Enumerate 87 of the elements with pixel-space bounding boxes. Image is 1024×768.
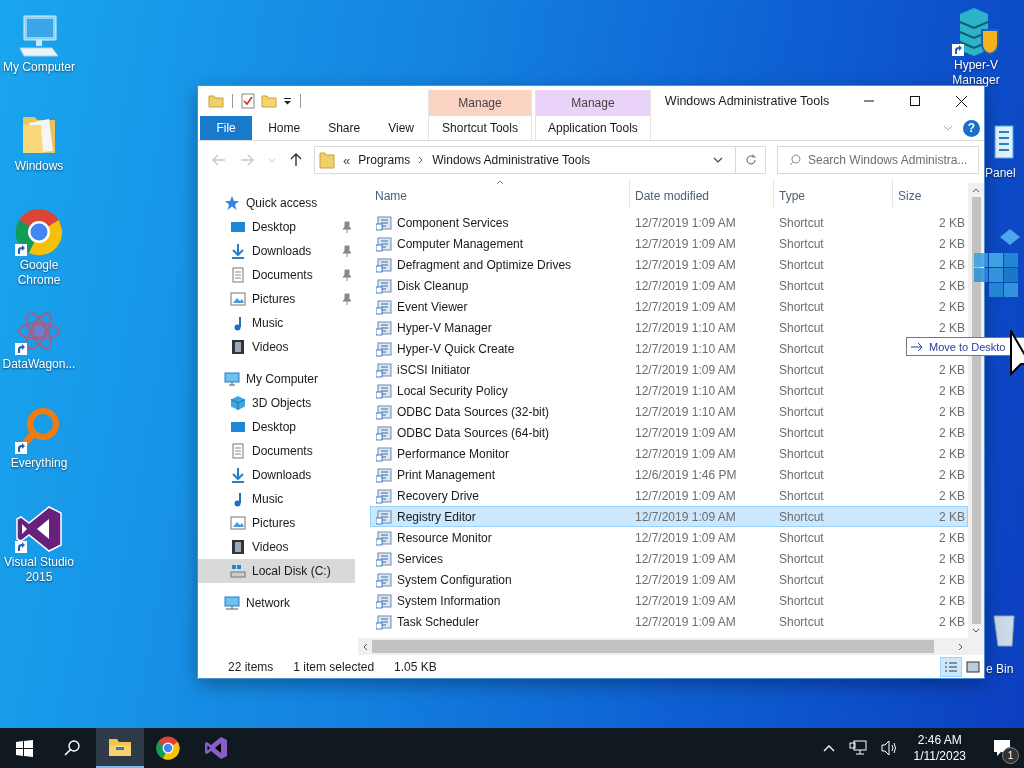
file-name: Resource Monitor (397, 530, 492, 545)
size-cell-text: 2 KB (938, 509, 966, 524)
date-cell-text: 12/7/2019 1:10 AM (634, 383, 737, 398)
date-cell-text: 12/7/2019 1:09 AM (634, 488, 737, 503)
size-cell-text: 2 KB (938, 299, 966, 314)
size-cell-text: 2 KB (938, 320, 966, 335)
file-name: System Information (397, 593, 501, 608)
type-cell-text: Shortcut (778, 341, 825, 356)
type-cell-text: Shortcut (778, 572, 825, 587)
type-cell-text: Shortcut (778, 467, 825, 482)
type-cell-text: Shortcut (778, 362, 825, 377)
file-name: Local Security Policy (397, 383, 508, 398)
size-cell-text: 2 KB (938, 530, 966, 545)
date-cell-text: 12/7/2019 1:10 AM (634, 341, 737, 356)
date-cell-text: 12/7/2019 1:09 AM (634, 509, 737, 524)
type-cell-text: Shortcut (778, 383, 825, 398)
size-cell-text: 2 KB (938, 593, 966, 608)
type-cell-text: Shortcut (778, 488, 825, 503)
size-cell-text: 2 KB (938, 551, 966, 566)
size-cell-text: 2 KB (938, 383, 966, 398)
file-name: Computer Management (397, 236, 524, 251)
size-cell-text: 2 KB (938, 404, 966, 419)
file-name: ODBC Data Sources (32-bit) (397, 404, 550, 419)
date-cell-text: 12/7/2019 1:10 AM (634, 320, 737, 335)
date-cell-text: 12/7/2019 1:09 AM (634, 299, 737, 314)
file-name: Print Management (397, 467, 496, 482)
file-name: Disk Cleanup (397, 278, 469, 293)
date-cell-text: 12/7/2019 1:09 AM (634, 215, 737, 230)
date-cell-text: 12/7/2019 1:09 AM (634, 593, 737, 608)
notification-badge: 1 (1002, 747, 1019, 764)
type-cell-text: Shortcut (778, 425, 825, 440)
type-cell-text: Shortcut (778, 530, 825, 545)
date-cell-text: 12/7/2019 1:09 AM (634, 362, 737, 377)
item-count: 22 items (228, 659, 274, 674)
file-name: iSCSI Initiator (397, 362, 471, 377)
selection-count: 1 item selected (293, 659, 375, 674)
type-cell-text: Shortcut (778, 257, 825, 272)
date-cell-text: 12/7/2019 1:09 AM (634, 425, 737, 440)
file-name: Event Viewer (397, 299, 468, 314)
file-name: ODBC Data Sources (64-bit) (397, 425, 550, 440)
file-name: Recovery Drive (397, 488, 480, 503)
date-cell-text: 12/7/2019 1:09 AM (634, 257, 737, 272)
date-cell-text: 12/7/2019 1:09 AM (634, 614, 737, 629)
drag-hint: Move to Deskto (929, 340, 1006, 353)
date-cell-text: 12/7/2019 1:09 AM (634, 530, 737, 545)
context-tab-group: Manage (536, 90, 650, 116)
date-cell-text: 12/7/2019 1:09 AM (634, 572, 737, 587)
file-name: Services (397, 551, 443, 566)
size-cell-text: 2 KB (938, 215, 966, 230)
file-name: Hyper-V Manager (397, 320, 492, 335)
type-cell-text: Shortcut (778, 551, 825, 566)
size-cell-text: 2 KB (938, 362, 966, 377)
size-cell-text: 2 KB (938, 614, 966, 629)
date-cell-text: 12/7/2019 1:09 AM (634, 236, 737, 251)
type-cell-text: Shortcut (778, 404, 825, 419)
date-cell-text: 12/7/2019 1:09 AM (634, 446, 737, 461)
type-cell-text: Shortcut (778, 299, 825, 314)
file-name: Component Services (397, 215, 509, 230)
type-cell-text: Shortcut (778, 278, 825, 293)
window-title: Windows Administrative Tools (664, 94, 831, 108)
type-cell-text: Shortcut (778, 614, 825, 629)
size-cell-text: 2 KB (938, 257, 966, 272)
type-cell-text: Shortcut (778, 446, 825, 461)
size-cell-text: 2 KB (938, 572, 966, 587)
file-name: Performance Monitor (397, 446, 510, 461)
file-name: Defragment and Optimize Drives (397, 257, 572, 272)
file-name: System Configuration (397, 572, 512, 587)
date-cell-text: 12/6/2019 1:46 PM (634, 467, 738, 482)
type-cell-text: Shortcut (778, 236, 825, 251)
date-cell-text: 12/7/2019 1:09 AM (634, 551, 737, 566)
selection-size: 1.05 KB (394, 659, 437, 674)
size-cell-text: 2 KB (938, 236, 966, 251)
size-cell-text: 2 KB (938, 488, 966, 503)
size-cell-text: 2 KB (938, 446, 966, 461)
date-cell-text: 12/7/2019 1:10 AM (634, 404, 737, 419)
size-cell-text: 2 KB (938, 467, 966, 482)
file-name: Hyper-V Quick Create (397, 341, 515, 356)
context-tab-group: Manage (429, 90, 531, 116)
file-name: Registry Editor (397, 509, 476, 524)
type-cell-text: Shortcut (778, 593, 825, 608)
type-cell-text: Shortcut (778, 215, 825, 230)
file-name: Task Scheduler (397, 614, 480, 629)
size-cell-text: 2 KB (938, 278, 966, 293)
size-cell-text: 2 KB (938, 425, 966, 440)
type-cell-text: Shortcut (778, 509, 825, 524)
type-cell-text: Shortcut (778, 320, 825, 335)
date-cell-text: 12/7/2019 1:09 AM (634, 278, 737, 293)
